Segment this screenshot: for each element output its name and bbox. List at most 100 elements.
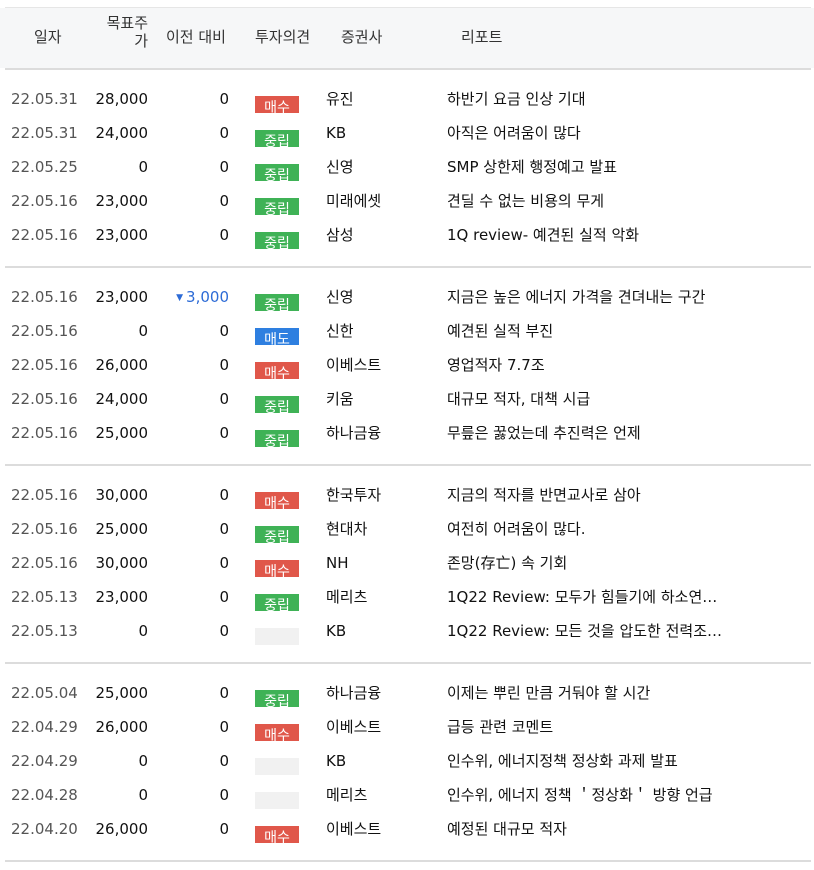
report-link[interactable]: SMP 상한제 행정예고 발표 [447,151,617,184]
table-row[interactable]: 22.05.16 26,000 0 매수 이베스트 영업적자 7.7조 [0,349,814,382]
group-divider [5,860,811,862]
report-link[interactable]: 견딜 수 없는 비용의 무게 [447,185,604,218]
opinion-badge: 중립 [255,164,299,181]
report-link[interactable]: 1Q22 Review: 모두가 힘들기에 하소연… [447,581,717,614]
header-target-line1: 목표주 [106,14,148,32]
row-firm: KB [326,752,347,770]
row-firm: 메리츠 [326,588,368,606]
row-prev-value: 0 [219,554,229,572]
row-date: 22.05.31 [11,90,78,108]
row-firm: 이베스트 [326,820,382,838]
opinion-badge: 중립 [255,232,299,249]
report-link[interactable]: 여전히 어려움이 많다. [447,513,586,546]
report-link[interactable]: 대규모 적자, 대책 시급 [447,383,590,416]
row-prev-diff: 0 [150,547,229,580]
row-prev-value: 0 [219,520,229,538]
table-row[interactable]: 22.05.04 25,000 0 중립 하나금융 이제는 뿌린 만큼 거둬야 할 시간 [0,677,814,710]
header-divider [5,68,811,70]
row-prev-diff: 0 [150,677,229,710]
table-row[interactable]: 22.04.29 26,000 0 매수 이베스트 급등 관련 코멘트 [0,711,814,744]
report-link[interactable]: 이제는 뿌린 만큼 거둬야 할 시간 [447,677,650,710]
table-row[interactable]: 22.04.20 26,000 0 매수 이베스트 예정된 대규모 적자 [0,813,814,846]
table-row[interactable]: 22.05.16 23,000 0 중립 미래에셋 견딜 수 없는 비용의 무게 [0,185,814,218]
row-date: 22.05.31 [11,124,78,142]
report-link[interactable]: 급등 관련 코멘트 [447,711,553,744]
row-firm: 신영 [326,158,354,176]
row-target-price: 25,000 [95,520,149,538]
report-link[interactable]: 예정된 대규모 적자 [447,813,567,846]
group-divider [5,266,811,268]
row-prev-diff: 0 [150,745,229,778]
opinion-badge: 매수 [255,96,299,113]
report-link[interactable]: 예견된 실적 부진 [447,315,553,348]
row-prev-value: 0 [219,158,229,176]
row-target-price: 30,000 [95,554,149,572]
table-row[interactable]: 22.05.16 23,000 ▼ 3,000 중립 신영 지금은 높은 에너지 가격을 견… [0,281,814,314]
group-divider [5,662,811,664]
row-prev-value: 0 [219,718,229,736]
row-prev-value: 0 [219,752,229,770]
row-target-price: 25,000 [95,684,149,702]
row-firm: KB [326,622,347,640]
row-firm: 유진 [326,90,354,108]
row-target-price: 28,000 [95,90,149,108]
row-firm: 신한 [326,322,354,340]
table-row[interactable]: 22.05.16 24,000 0 중립 키움 대규모 적자, 대책 시급 [0,383,814,416]
table-row[interactable]: 22.05.16 0 0 매도 신한 예견된 실적 부진 [0,315,814,348]
row-prev-diff: 0 [150,117,229,150]
table-row[interactable]: 22.05.13 0 0 KB 1Q22 Review: 모든 것을 압도한 전력조… [0,615,814,648]
table-row[interactable]: 22.04.28 0 0 메리츠 인수위, 에너지 정책 ＇정상화＇ 방향 언급 [0,779,814,812]
row-firm: 하나금융 [326,684,382,702]
row-firm: NH [326,554,349,572]
report-link[interactable]: 영업적자 7.7조 [447,349,545,382]
row-date: 22.05.25 [11,158,78,176]
table-row[interactable]: 22.05.16 30,000 0 매수 NH 존망(存亡) 속 기회 [0,547,814,580]
row-target-price: 0 [138,786,148,804]
row-date: 22.05.16 [11,288,78,306]
row-firm: 현대차 [326,520,368,538]
table-row[interactable]: 22.05.31 28,000 0 매수 유진 하반기 요금 인상 기대 [0,83,814,116]
report-link[interactable]: 1Q review- 예견된 실적 악화 [447,219,639,252]
report-link[interactable]: 하반기 요금 인상 기대 [447,83,586,116]
table-row[interactable]: 22.05.16 23,000 0 중립 삼성 1Q review- 예견된 실적 악화 [0,219,814,252]
header-date: 일자 [34,28,62,46]
header-report: 리포트 [461,28,503,46]
row-date: 22.05.16 [11,322,78,340]
row-prev-diff: 0 [150,513,229,546]
row-target-price: 0 [138,622,148,640]
row-prev-diff: 0 [150,711,229,744]
row-date: 22.05.04 [11,684,78,702]
report-link[interactable]: 인수위, 에너지 정책 ＇정상화＇ 방향 언급 [447,779,713,812]
table-row[interactable]: 22.05.13 23,000 0 중립 메리츠 1Q22 Review: 모두가 힘들기… [0,581,814,614]
row-prev-diff: 0 [150,813,229,846]
report-link[interactable]: 존망(存亡) 속 기회 [447,547,567,580]
row-firm: 이베스트 [326,718,382,736]
report-link[interactable]: 지금의 적자를 반면교사로 삼아 [447,479,641,512]
row-date: 22.04.20 [11,820,78,838]
row-prev-value: 0 [219,192,229,210]
row-target-price: 23,000 [95,588,149,606]
table-row[interactable]: 22.05.31 24,000 0 중립 KB 아직은 어려움이 많다 [0,117,814,150]
table-header: 일자 목표주 가 이전 대비 투자의견 증권사 리포트 [0,8,814,68]
row-target-price: 23,000 [95,288,149,306]
table-row[interactable]: 22.05.16 25,000 0 중립 하나금융 무릎은 꿇었는데 추진력은 언제 [0,417,814,450]
opinion-badge: 매수 [255,724,299,741]
report-link[interactable]: 1Q22 Review: 모든 것을 압도한 전력조… [447,615,722,648]
row-prev-value: 0 [219,588,229,606]
row-prev-value: 0 [219,226,229,244]
report-link[interactable]: 지금은 높은 에너지 가격을 견뎌내는 구간 [447,281,705,314]
table-row[interactable]: 22.04.29 0 0 KB 인수위, 에너지정책 정상화 과제 발표 [0,745,814,778]
row-target-price: 0 [138,752,148,770]
opinion-badge: 중립 [255,198,299,215]
report-link[interactable]: 무릎은 꿇었는데 추진력은 언제 [447,417,641,450]
row-prev-value: 0 [219,684,229,702]
opinion-badge: 매수 [255,826,299,843]
table-row[interactable]: 22.05.16 30,000 0 매수 한국투자 지금의 적자를 반면교사로 삼아 [0,479,814,512]
report-link[interactable]: 아직은 어려움이 많다 [447,117,581,150]
row-prev-diff: 0 [150,479,229,512]
table-row[interactable]: 22.05.25 0 0 중립 신영 SMP 상한제 행정예고 발표 [0,151,814,184]
report-link[interactable]: 인수위, 에너지정책 정상화 과제 발표 [447,745,678,778]
row-date: 22.05.16 [11,192,78,210]
row-firm: 삼성 [326,226,354,244]
table-row[interactable]: 22.05.16 25,000 0 중립 현대차 여전히 어려움이 많다. [0,513,814,546]
